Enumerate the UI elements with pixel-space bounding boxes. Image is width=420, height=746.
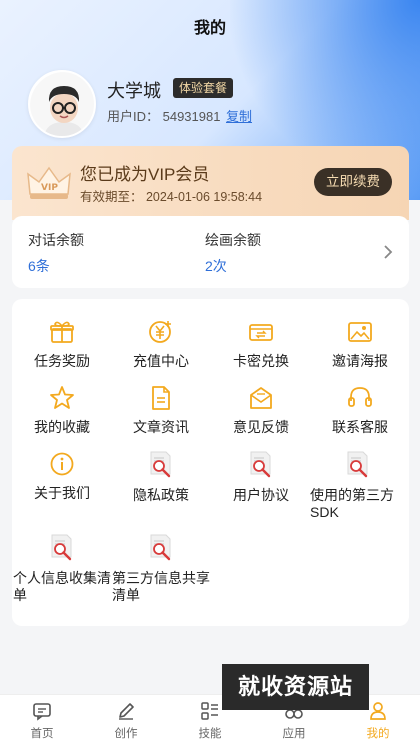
menu-item-label: 关于我们	[34, 485, 90, 501]
menu-item-label: 第三方信息共享清单	[112, 570, 210, 603]
menu-item-label: 我的收藏	[34, 419, 90, 435]
tab-label: 我的	[366, 728, 390, 740]
balance-card[interactable]: 对话余额 6条 绘画余额 2次	[12, 216, 409, 288]
menu-item-task-reward[interactable]: 任务奖励	[12, 319, 112, 370]
draw-balance-value: 2次	[205, 258, 227, 274]
star-icon	[50, 386, 74, 409]
chat-balance-value: 6条	[28, 258, 50, 274]
vip-card: VIP 您已成为VIP会员 有效期至： 2024-01-06 19:58:44 …	[12, 146, 409, 220]
menu-item-label: 隐私政策	[133, 487, 189, 503]
document-search-icon	[150, 534, 171, 561]
vip-crown-icon: VIP	[27, 166, 71, 199]
menu-item-favorites[interactable]: 我的收藏	[12, 385, 112, 436]
menu-item-label: 用户协议	[233, 487, 289, 503]
user-name: 大学城	[107, 81, 161, 101]
document-search-icon	[347, 451, 367, 478]
headset-icon	[348, 387, 372, 407]
plan-badge: 体验套餐	[173, 78, 234, 98]
menu-item-third-party-sharing-list[interactable]: 第三方信息共享清单	[111, 532, 211, 604]
article-icon	[152, 386, 170, 410]
menu-item-label: 任务奖励	[34, 353, 90, 369]
menu-item-label: 个人信息收集清单	[13, 570, 111, 603]
menu-item-articles[interactable]: 文章资讯	[111, 385, 211, 436]
menu-item-label: 联系客服	[332, 419, 388, 435]
tab-create[interactable]: 创作	[84, 701, 168, 741]
menu-item-third-party-sdk[interactable]: 使用的第三方SDK	[306, 449, 409, 521]
copy-id-link[interactable]: 复制	[226, 106, 252, 125]
menu-item-about[interactable]: 关于我们	[12, 451, 112, 502]
menu-item-card-exchange[interactable]: 卡密兑换	[211, 319, 311, 370]
menu-item-personal-info-list[interactable]: 个人信息收集清单	[12, 532, 112, 604]
draw-balance-label: 绘画余额	[205, 232, 261, 248]
menu-grid: 任务奖励 充值中心 卡密兑换 邀请海报 我的收藏 文章资讯 意见反馈 联系客服 …	[12, 299, 409, 626]
menu-item-customer-service[interactable]: 联系客服	[310, 385, 410, 436]
avatar[interactable]	[28, 70, 96, 138]
menu-item-label: 文章资讯	[133, 419, 189, 435]
menu-item-user-agreement[interactable]: 用户协议	[211, 449, 311, 504]
menu-item-label: 卡密兑换	[233, 353, 289, 369]
menu-item-recharge[interactable]: 充值中心	[111, 319, 211, 370]
document-search-icon	[250, 451, 271, 478]
tab-label: 技能	[198, 728, 222, 740]
tab-label: 应用	[282, 728, 306, 740]
document-search-icon	[51, 534, 72, 561]
menu-item-label: 邀请海报	[332, 353, 388, 369]
tab-label: 创作	[114, 728, 138, 740]
feedback-mail-icon	[250, 387, 272, 409]
chat-balance-label: 对话余额	[28, 232, 84, 248]
card-exchange-icon	[249, 324, 273, 341]
info-icon	[50, 452, 74, 476]
vip-expiry: 有效期至： 2024-01-06 19:58:44	[80, 190, 263, 204]
tab-home[interactable]: 首页	[0, 701, 84, 741]
yuan-coin-icon	[149, 321, 171, 343]
menu-item-label: 意见反馈	[233, 419, 289, 435]
document-search-icon	[150, 451, 171, 478]
vip-status-title: 您已成为VIP会员	[80, 165, 210, 184]
menu-item-invite-poster[interactable]: 邀请海报	[310, 319, 410, 370]
pen-icon	[119, 703, 134, 720]
svg-text:VIP: VIP	[41, 183, 58, 193]
chevron-right-icon[interactable]	[383, 244, 393, 260]
chat-bubble-icon	[33, 703, 51, 721]
menu-item-privacy-policy[interactable]: 隐私政策	[111, 449, 211, 504]
menu-item-label: 使用的第三方SDK	[310, 487, 394, 520]
grid-list-icon	[201, 702, 218, 720]
user-id: 用户ID： 54931981	[107, 109, 221, 124]
menu-item-feedback[interactable]: 意见反馈	[211, 385, 311, 436]
tab-label: 首页	[30, 728, 54, 740]
renew-button[interactable]: 立即续费	[314, 168, 392, 196]
image-icon	[348, 322, 372, 342]
person-icon	[370, 702, 386, 720]
menu-item-label: 充值中心	[133, 353, 189, 369]
gift-icon	[50, 321, 74, 343]
page-title: 我的	[193, 20, 226, 37]
watermark-overlay: 就收资源站	[222, 664, 369, 710]
